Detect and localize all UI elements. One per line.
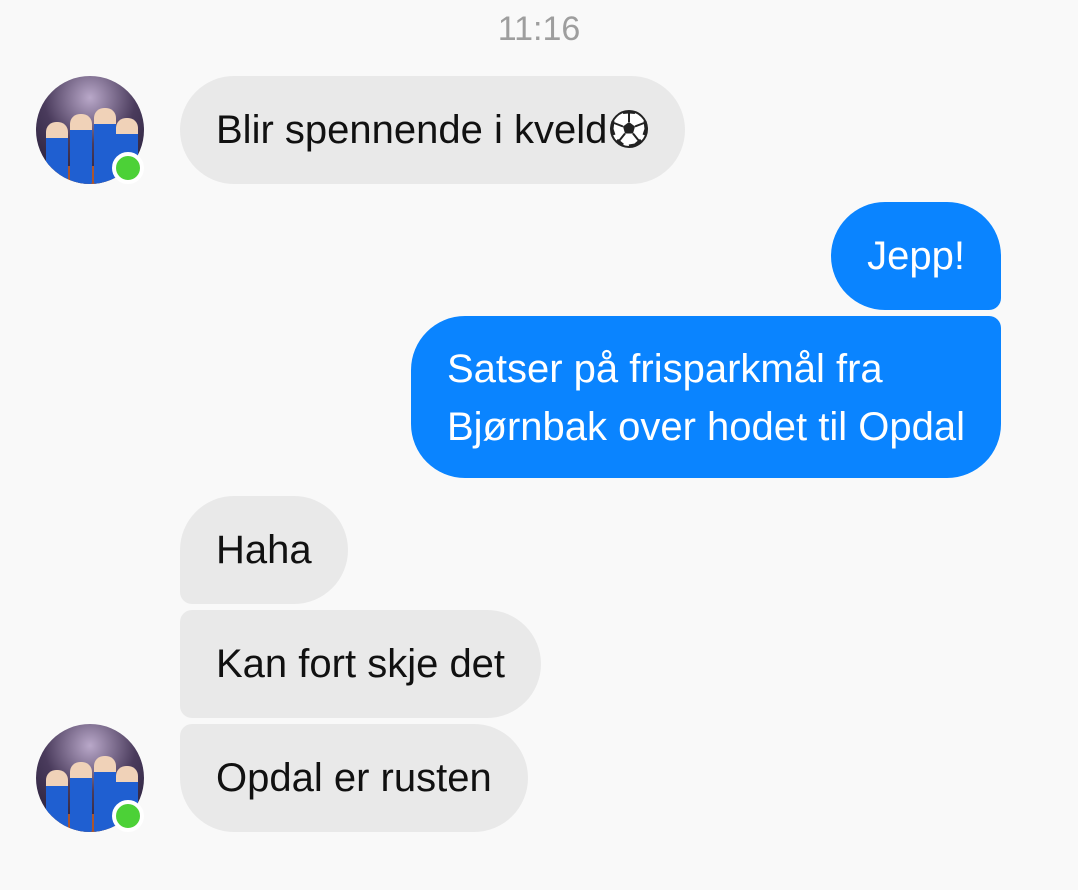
message-text: Blir spennende i kveld	[216, 108, 608, 152]
message-bubble-incoming[interactable]: Haha	[180, 496, 348, 604]
message-text: Haha	[216, 528, 312, 572]
message-bubble-outgoing[interactable]: Satser på frisparkmål fra Bjørnbak over …	[410, 316, 1001, 478]
message-bubble-incoming[interactable]: Blir spennende i kveld	[180, 76, 686, 184]
contact-avatar[interactable]	[36, 76, 144, 184]
message-text: Kan fort skje det	[216, 642, 506, 686]
online-status-dot	[112, 152, 144, 184]
online-status-dot	[112, 800, 144, 832]
soccer-ball-icon	[609, 107, 649, 148]
message-bubble-incoming[interactable]: Kan fort skje det	[180, 610, 542, 718]
message-text-line: Bjørnbak over hodet til Opdal	[446, 405, 965, 449]
message-text: Jepp!	[867, 234, 965, 278]
message-timestamp: 11:16	[497, 10, 581, 48]
message-text-line: Satser på frisparkmål fra	[446, 347, 883, 391]
message-text: Opdal er rusten	[216, 756, 492, 800]
message-bubble-outgoing[interactable]: Jepp!	[831, 202, 1001, 310]
message-bubble-incoming[interactable]: Opdal er rusten	[180, 724, 528, 832]
contact-avatar[interactable]	[36, 724, 144, 832]
